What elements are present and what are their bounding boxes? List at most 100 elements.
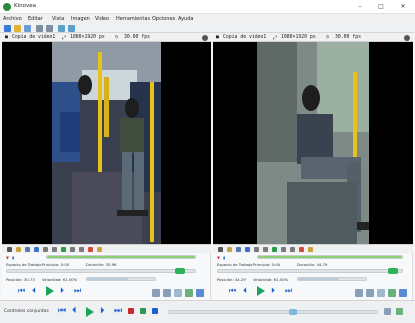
right-timeline-slider[interactable] (217, 268, 403, 274)
left-video-frame[interactable] (52, 42, 161, 244)
maximize-button[interactable]: □ (375, 2, 387, 12)
capture-icon[interactable] (58, 24, 65, 32)
left-export-icon[interactable] (174, 289, 182, 297)
left-playhead[interactable] (175, 268, 185, 274)
clock-icon: ◷ (115, 35, 118, 40)
left-play-button[interactable] (46, 286, 54, 296)
file-explorer-icon[interactable] (4, 24, 11, 32)
joint-merge-icon[interactable] (152, 308, 158, 314)
circle-icon[interactable] (79, 247, 84, 252)
right-play-button[interactable] (257, 286, 265, 296)
cross-icon[interactable] (272, 247, 277, 252)
joint-sync-icon[interactable] (140, 308, 146, 314)
key-image-icon[interactable] (16, 247, 21, 252)
right-close-icon[interactable] (404, 34, 410, 41)
left-resolution: 1080×1920 px (70, 35, 105, 40)
menu-archivo[interactable]: Archivo (3, 16, 22, 22)
left-first-frame-button[interactable]: ⏮ (18, 287, 26, 295)
joint-last-frame-button[interactable]: ⏭ (114, 307, 122, 316)
resize-icon: ⤢ (62, 36, 66, 41)
single-screen-icon[interactable] (36, 24, 43, 32)
right-snapshot-icon[interactable] (355, 289, 363, 297)
joint-playhead[interactable] (289, 309, 297, 315)
magnifier-icon[interactable] (97, 247, 102, 252)
left-panel-header: ■ Copia de video1 ⤢ 1080×1920 px ◷ 30.00… (2, 33, 211, 42)
left-next-frame-button[interactable]: ⏵ (60, 287, 68, 295)
left-paste-icon[interactable] (196, 289, 204, 297)
left-snapshot-icon[interactable] (152, 289, 160, 297)
left-drawing-tools (2, 244, 211, 253)
left-speed-slider[interactable] (86, 277, 156, 281)
right-next-frame-button[interactable]: ⏵ (271, 287, 279, 295)
joint-timeline-slider[interactable] (168, 309, 378, 315)
right-video-frame[interactable] (257, 42, 369, 244)
open-folder-icon[interactable] (14, 24, 21, 32)
menu-imagen[interactable]: Imagen (71, 16, 90, 22)
circle-icon[interactable] (290, 247, 295, 252)
pointer-icon[interactable] (218, 247, 223, 252)
right-paste-icon[interactable] (399, 289, 407, 297)
right-playhead[interactable] (388, 268, 398, 274)
menu-video[interactable]: Video (95, 16, 109, 22)
right-working-zone-slider[interactable] (257, 255, 403, 259)
pencil-icon[interactable] (245, 247, 250, 252)
joint-prev-frame-button[interactable]: ⏴ (72, 307, 80, 316)
left-timeline-slider[interactable] (6, 268, 196, 274)
cross-icon[interactable] (61, 247, 66, 252)
left-espacio-label: Espacio de Trabajo (6, 262, 42, 267)
chrono-icon[interactable] (299, 247, 304, 252)
arrow-icon[interactable] (52, 247, 57, 252)
right-save-video-icon[interactable] (388, 289, 396, 297)
menu-vista[interactable]: Vista (52, 16, 64, 22)
right-last-frame-button[interactable]: ⏭ (285, 287, 293, 295)
left-close-icon[interactable] (202, 34, 208, 41)
line-icon[interactable] (254, 247, 259, 252)
dual-screen-icon[interactable] (46, 24, 53, 32)
angle-icon[interactable] (70, 247, 75, 252)
close-window-button[interactable]: ✕ (397, 2, 409, 12)
pointer-icon[interactable] (7, 247, 12, 252)
right-principio: Principio: 0:00 (253, 262, 281, 267)
left-working-zone-slider[interactable] (46, 255, 196, 259)
right-espacio-label: Espacio de Trabajo (217, 262, 253, 267)
menu-editar[interactable]: Editar (28, 16, 43, 22)
joint-next-frame-button[interactable]: ⏵ (100, 307, 108, 316)
marker-icon: ▼ (6, 255, 9, 260)
right-prev-frame-button[interactable]: ⏴ (243, 287, 251, 295)
joint-marker-icon[interactable] (128, 308, 134, 314)
comment-icon[interactable] (236, 247, 241, 252)
menu-opciones[interactable]: Opciones (152, 16, 175, 22)
right-export-icon[interactable] (377, 289, 385, 297)
joint-snapshot-icon[interactable] (384, 308, 391, 315)
left-save-video-icon[interactable] (185, 289, 193, 297)
joint-play-button[interactable] (86, 307, 94, 317)
left-last-frame-button[interactable]: ⏭ (74, 287, 82, 295)
drag-handle-icon[interactable]: ■ (5, 35, 8, 40)
menu-herramientas[interactable]: Herramientas (116, 16, 150, 22)
chrono-icon[interactable] (88, 247, 93, 252)
left-prev-frame-button[interactable]: ⏴ (32, 287, 40, 295)
arrow-icon[interactable] (263, 247, 268, 252)
left-rafale-icon[interactable] (163, 289, 171, 297)
magnifier-icon[interactable] (308, 247, 313, 252)
comment-icon[interactable] (25, 247, 30, 252)
left-velocidad: Velocidad: 61.00% (42, 277, 78, 282)
right-fps: 30.00 fps (335, 35, 361, 40)
drag-handle-icon[interactable]: ■ (216, 35, 219, 40)
right-player-controls: ▼ ▮ Espacio de Trabajo Principio: 0:00 D… (213, 253, 413, 300)
save-icon[interactable] (24, 24, 31, 32)
title-bar: Kinovea – □ ✕ (0, 0, 415, 14)
frame-icon: ▮ (12, 255, 15, 260)
menu-ayuda[interactable]: Ayuda (178, 16, 193, 22)
line-icon[interactable] (43, 247, 48, 252)
joint-first-frame-button[interactable]: ⏮ (58, 307, 66, 316)
dual-capture-icon[interactable] (68, 24, 75, 32)
pencil-icon[interactable] (34, 247, 39, 252)
angle-icon[interactable] (281, 247, 286, 252)
joint-save-icon[interactable] (396, 308, 403, 315)
right-rafale-icon[interactable] (366, 289, 374, 297)
minimize-button[interactable]: – (354, 2, 366, 12)
key-image-icon[interactable] (227, 247, 232, 252)
right-speed-slider[interactable] (297, 277, 367, 281)
right-first-frame-button[interactable]: ⏮ (229, 287, 237, 295)
